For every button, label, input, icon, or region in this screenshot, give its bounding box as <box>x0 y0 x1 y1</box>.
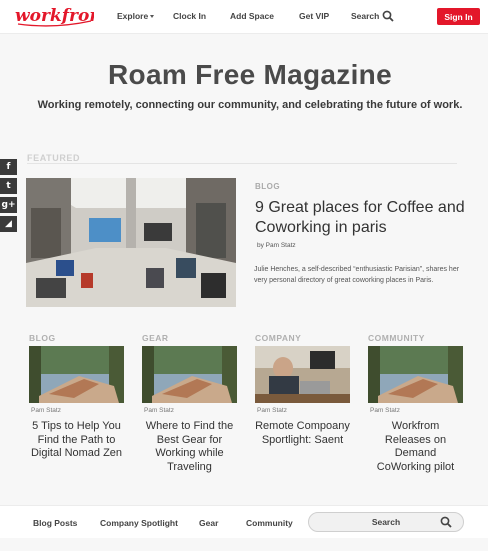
facebook-icon[interactable]: f <box>0 159 17 175</box>
card-category[interactable]: BLOG <box>29 333 56 343</box>
nav-add-space[interactable]: Add Space <box>230 11 274 21</box>
footer-navbar: Blog Posts Company Spotlight Gear Commun… <box>0 505 488 538</box>
featured-title[interactable]: 9 Great places for Coffee and Coworking … <box>255 198 470 238</box>
featured-author[interactable]: by Pam Statz <box>257 242 296 249</box>
featured-label: FEATURED <box>27 153 81 163</box>
card-image[interactable] <box>368 346 463 403</box>
twitter-icon[interactable]: t <box>0 178 17 194</box>
nav-search[interactable]: Search <box>351 11 379 21</box>
nav-explore[interactable]: Explore <box>117 11 155 21</box>
page-subtitle: Working remotely, connecting our communi… <box>37 99 463 111</box>
card-category[interactable]: COMMUNITY <box>368 333 425 343</box>
article-card[interactable]: GEAR Pam Statz Where to Find the Best Ge… <box>142 333 242 483</box>
chevron-down-icon <box>150 15 155 19</box>
footer-link-community[interactable]: Community <box>246 518 293 528</box>
card-author[interactable]: Pam Statz <box>370 407 400 414</box>
card-title[interactable]: 5 Tips to Help You Find the Path to Digi… <box>29 420 124 461</box>
sign-in-button[interactable]: Sign In <box>437 8 480 25</box>
card-category[interactable]: GEAR <box>142 333 169 343</box>
nav-clock-in[interactable]: Clock In <box>173 11 206 21</box>
card-image[interactable] <box>142 346 237 403</box>
footer-link-gear[interactable]: Gear <box>199 518 218 528</box>
article-card[interactable]: BLOG Pam Statz 5 Tips to Help You Find t… <box>29 333 129 483</box>
featured-divider <box>27 163 457 164</box>
featured-image[interactable] <box>26 178 236 307</box>
card-image[interactable] <box>255 346 350 403</box>
search-icon[interactable] <box>440 516 452 528</box>
card-title[interactable]: Where to Find the Best Gear for Working … <box>142 420 237 474</box>
page-title: Roam Free Magazine <box>108 59 392 90</box>
footer-link-company-spotlight[interactable]: Company Spotlight <box>100 518 178 528</box>
article-card[interactable]: COMPANY Pam Statz Remote Compoany Sportl… <box>255 333 355 483</box>
rss-icon[interactable]: ◢ <box>0 216 17 232</box>
article-card[interactable]: COMMUNITY Pam Statz Workfrom Releases on… <box>368 333 468 483</box>
search-icon[interactable] <box>382 10 394 22</box>
footer-link-blog-posts[interactable]: Blog Posts <box>33 518 77 528</box>
featured-category[interactable]: BLOG <box>255 182 280 191</box>
featured-excerpt: Julie Henches, a self-described “enthusi… <box>254 266 460 284</box>
workfrom-logo[interactable]: workfrom <box>14 3 94 29</box>
card-category[interactable]: COMPANY <box>255 333 301 343</box>
card-author[interactable]: Pam Statz <box>144 407 174 414</box>
top-navbar: workfrom Explore Clock In Add Space Get … <box>0 0 488 34</box>
card-image[interactable] <box>29 346 124 403</box>
nav-get-vip[interactable]: Get VIP <box>299 11 329 21</box>
card-title[interactable]: Remote Compoany Sportlight: Saent <box>255 420 350 447</box>
card-author[interactable]: Pam Statz <box>31 407 61 414</box>
card-author[interactable]: Pam Statz <box>257 407 287 414</box>
card-title[interactable]: Workfrom Releases on Demand CoWorking pi… <box>368 420 463 474</box>
google-plus-icon[interactable]: g+ <box>0 197 17 213</box>
